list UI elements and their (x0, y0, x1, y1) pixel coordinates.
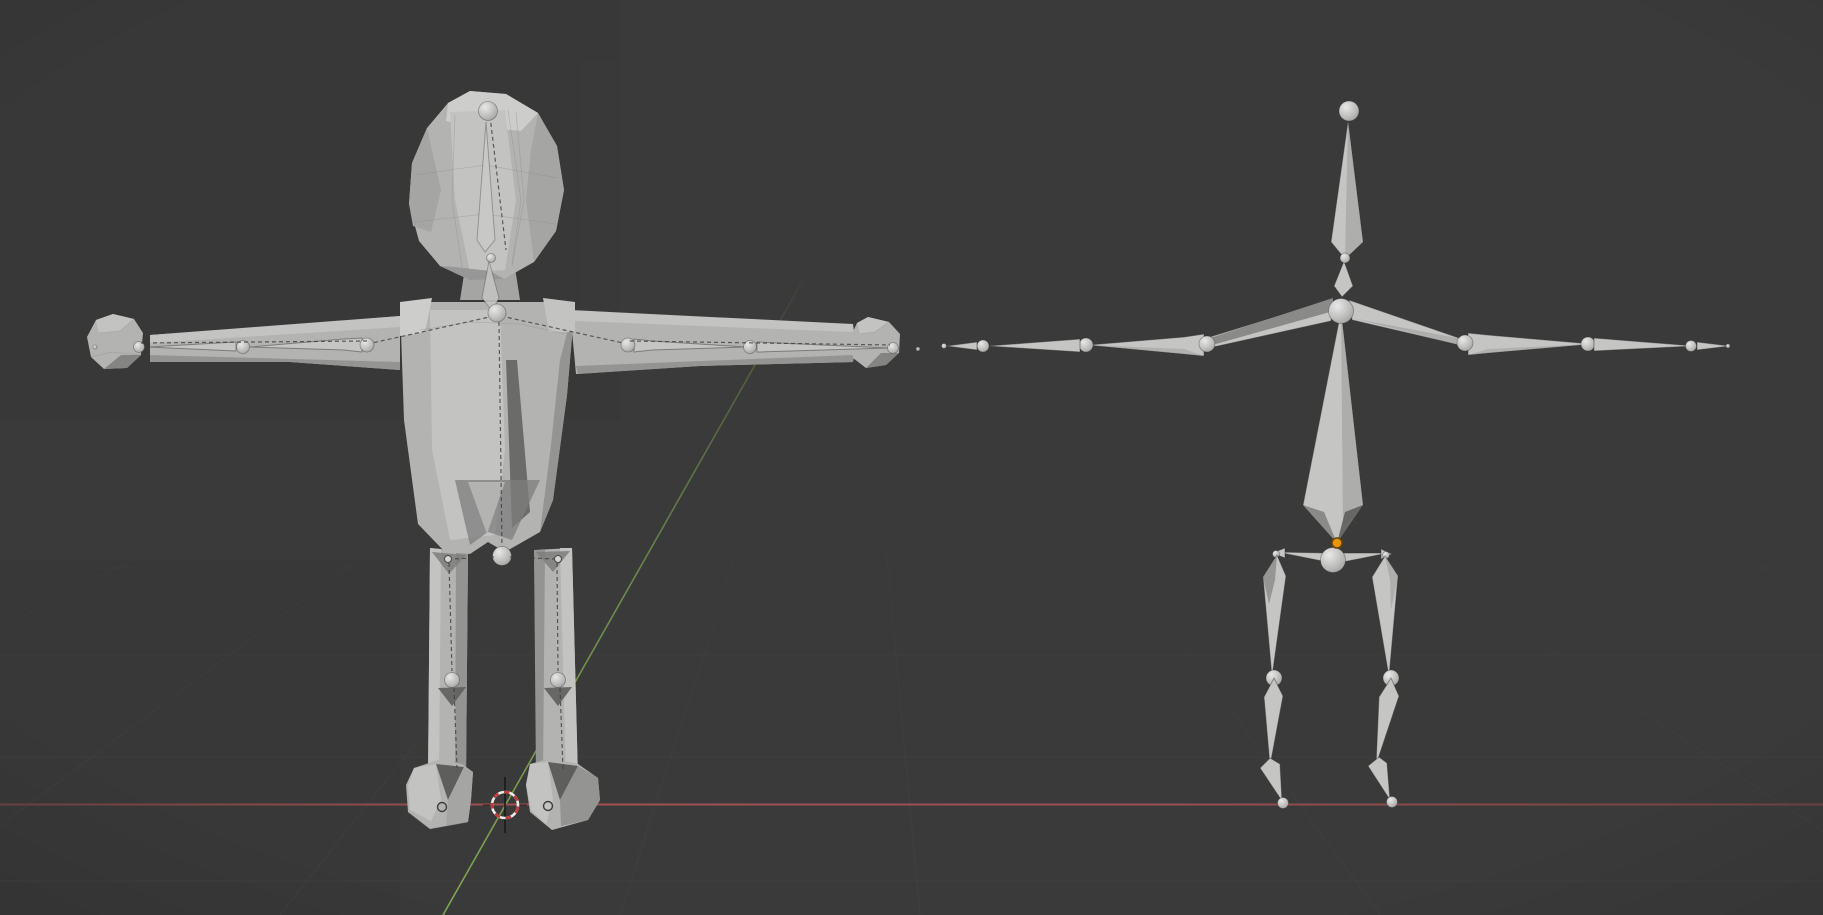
joint-shoulder-right (1457, 335, 1473, 351)
viewport-canvas[interactable] (0, 0, 1823, 915)
joint-wrist-right (888, 343, 899, 354)
character-leg-right (534, 548, 578, 778)
joint-hand-tip-right (1726, 344, 1730, 348)
joint-hand-tip-right (916, 347, 920, 351)
joint-shoulder-left (1199, 336, 1215, 352)
joint-hand-tip-left (942, 344, 947, 349)
joint-shoulder-left (360, 338, 374, 352)
joint-hip (1321, 548, 1346, 573)
joint-hip (493, 547, 512, 566)
joint-neck (487, 254, 496, 263)
joint-neck (1340, 253, 1350, 263)
character-hand-left (87, 314, 143, 369)
joint-elbow-right (1581, 337, 1595, 351)
joint-head-top (479, 102, 498, 121)
joint-wrist-left (977, 340, 989, 352)
viewport-3d[interactable] (0, 0, 1823, 915)
joint-hand-tip-left (93, 345, 97, 349)
character-leg-left (428, 548, 468, 778)
character-foot-left (406, 760, 473, 829)
joint-knee-right (551, 673, 566, 688)
joint-shoulder-right (621, 338, 635, 352)
joint-knee-left (445, 673, 460, 688)
object-origin-dot (1332, 538, 1342, 548)
joint-chest (1329, 299, 1354, 324)
joint-toe-right (1387, 797, 1398, 808)
joint-wrist-right (1686, 341, 1697, 352)
joint-toe-left (1278, 798, 1289, 809)
viewport-background (0, 0, 1823, 915)
joint-head-top (1339, 101, 1359, 121)
joint-chest (488, 304, 506, 322)
joint-elbow-left (1079, 338, 1093, 352)
